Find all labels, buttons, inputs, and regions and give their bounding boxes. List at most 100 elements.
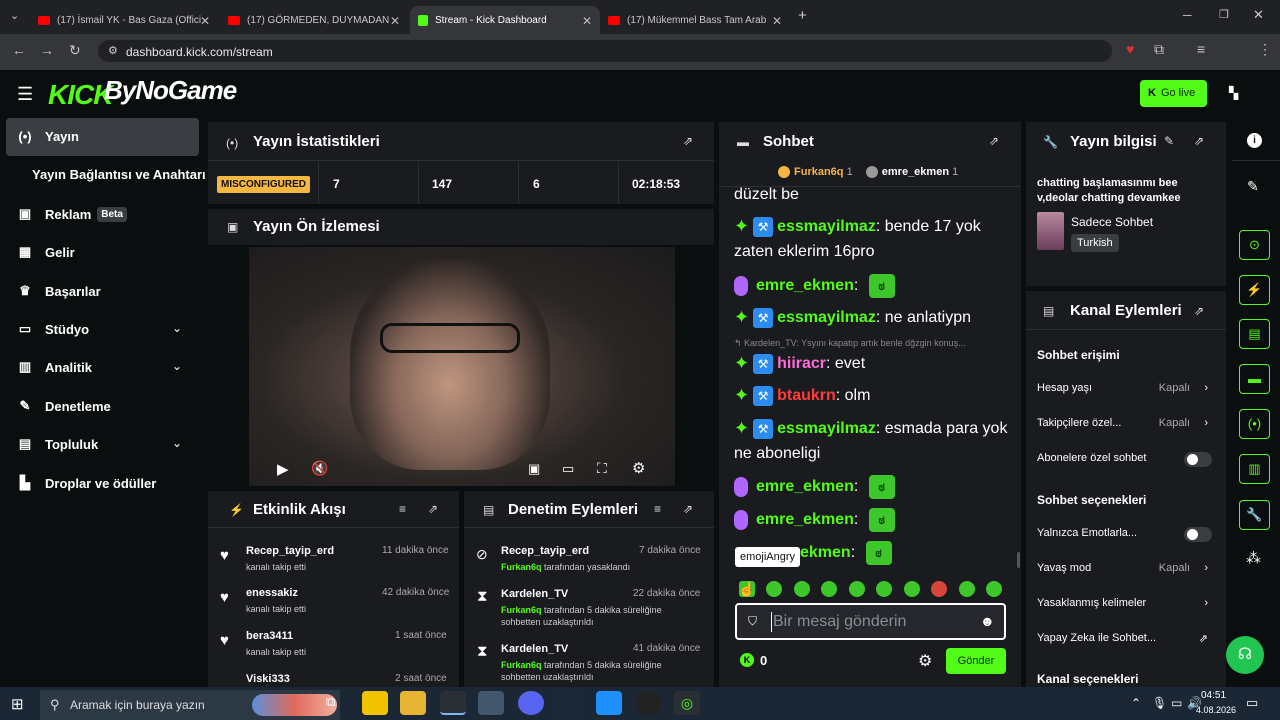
popout-icon[interactable]: ⇗ xyxy=(683,502,693,516)
chat-username[interactable]: essmayilmaz xyxy=(777,309,876,326)
taskbar-app-icon[interactable] xyxy=(636,691,662,715)
popout-icon[interactable]: ⇗ xyxy=(683,134,693,148)
filter-icon[interactable]: ≡ xyxy=(399,502,406,516)
pen-icon[interactable]: ✎ xyxy=(1247,178,1259,195)
chat-username[interactable]: essmayilmaz xyxy=(777,420,876,437)
emote-icon[interactable] xyxy=(794,581,810,597)
back-icon[interactable]: ← xyxy=(12,42,26,58)
taskbar-app-icon[interactable] xyxy=(362,691,388,715)
notification-icon[interactable]: ▭ xyxy=(1246,695,1258,711)
activity-item[interactable]: ♥ enessakiz kanalı takip etti 42 dakika … xyxy=(220,587,450,623)
community-icon[interactable]: ⁂ xyxy=(1246,549,1261,567)
slow-mode-row[interactable]: Yavaş mod Kapalı › xyxy=(1037,562,1212,574)
clock-time[interactable]: 04:51 xyxy=(1201,690,1226,701)
fullscreen-icon[interactable]: ⛶ xyxy=(597,460,607,477)
close-icon[interactable]: ✕ xyxy=(772,14,782,28)
tab-4[interactable]: (17) Mükemmel Bass Tam Arab ✕ xyxy=(600,6,790,34)
close-icon[interactable]: ✕ xyxy=(390,14,400,28)
theater-icon[interactable]: ▭ xyxy=(562,461,574,477)
extension-icon[interactable]: ♥ xyxy=(1126,41,1134,57)
lightning-button[interactable]: ⚡ xyxy=(1239,275,1270,305)
emote-icon[interactable] xyxy=(821,581,837,597)
activity-item[interactable]: ♥ bera3411 kanalı takip etti 1 saat önce xyxy=(220,630,450,666)
chrome-icon[interactable] xyxy=(440,691,466,715)
tab-2[interactable]: (17) GÖRMEDEN, DUYMADAN ✕ xyxy=(220,6,408,34)
reply-preview[interactable]: ↰ Kardelen_TV: Ysyını kapatıp artık benl… xyxy=(734,338,1004,349)
sidebar-item-reklam[interactable]: ▣ Reklam Beta xyxy=(17,206,127,222)
chevron-down-icon[interactable]: ⌄ xyxy=(172,436,182,450)
chat-input[interactable]: ⛉ Bir mesaj gönderin ☻ xyxy=(735,603,1006,640)
clock-date[interactable]: 4.08.2026 xyxy=(1196,705,1236,715)
taskbar-app-icon[interactable] xyxy=(518,691,544,715)
chat-scrollbar[interactable] xyxy=(1017,552,1020,568)
kick-logo[interactable]: KICK xyxy=(48,79,113,111)
sidebar-item-studyo[interactable]: ▭ Stüdyo xyxy=(17,321,89,337)
broadcast-button[interactable]: (•) xyxy=(1239,409,1270,439)
tray-chevron-icon[interactable]: ⌃ xyxy=(1131,696,1141,710)
network-tray-icon[interactable]: ▭ xyxy=(1171,696,1182,710)
info-icon[interactable]: i xyxy=(1247,133,1262,148)
wrench-button[interactable]: 🔧 xyxy=(1239,500,1270,530)
sidebar-item-stream-key[interactable]: Yayın Bağlantısı ve Anahtarı xyxy=(32,167,206,182)
moderation-item[interactable]: ⧗ Kardelen_TV Furkan6q tarafından 5 daki… xyxy=(476,588,706,630)
taskbar-app-icon[interactable] xyxy=(596,691,622,715)
menu-icon[interactable]: ⋮ xyxy=(1258,41,1272,58)
ai-chat-row[interactable]: Yapay Zeka ile Sohbet... ⇗ xyxy=(1037,632,1212,645)
category-name[interactable]: Sadece Sohbet xyxy=(1071,215,1153,229)
steam-icon[interactable] xyxy=(556,691,582,715)
emote-icon[interactable] xyxy=(904,581,920,597)
emote-only-toggle[interactable] xyxy=(1184,527,1212,542)
forward-icon[interactable]: → xyxy=(40,42,54,58)
chat-button[interactable]: ▬ xyxy=(1239,364,1270,394)
clipboard-button[interactable]: ▤ xyxy=(1239,319,1270,349)
subscribers-only-toggle[interactable] xyxy=(1184,452,1212,467)
taskbar-search[interactable]: ⚲ Aramak için buraya yazın xyxy=(40,690,340,720)
emote-icon[interactable] xyxy=(766,581,782,597)
sidebar-item-gelir[interactable]: ▦ Gelir xyxy=(17,244,75,260)
tab-3[interactable]: Stream - Kick Dashboard ✕ xyxy=(410,6,600,34)
mute-icon[interactable]: 🔇 xyxy=(311,460,328,477)
popout-icon[interactable]: ⇗ xyxy=(989,134,999,148)
chat-username[interactable]: essmayilmaz xyxy=(777,218,876,235)
reload-icon[interactable]: ↻ xyxy=(69,42,81,59)
account-age-row[interactable]: Hesap yaşı Kapalı › xyxy=(1037,382,1212,394)
category-thumbnail[interactable] xyxy=(1037,212,1064,250)
chat-username[interactable]: emre_ekmen xyxy=(756,478,854,495)
chat-settings-icon[interactable]: ⚙ xyxy=(918,651,932,671)
chat-username[interactable]: ekmen xyxy=(800,544,851,561)
mic-tray-icon[interactable]: 🎙 xyxy=(1152,696,1167,710)
edit-icon[interactable]: ✎ xyxy=(1164,134,1174,148)
chat-username[interactable]: hiiracr xyxy=(777,355,826,372)
close-icon[interactable]: ✕ xyxy=(200,14,210,28)
media-icon[interactable]: ≡ xyxy=(1197,41,1205,57)
sidebar-item-analitik[interactable]: ▥ Analitik xyxy=(17,359,92,375)
activity-item[interactable]: Viski333 2 saat önce xyxy=(220,673,450,685)
banned-words-row[interactable]: Yasaklanmış kelimeler › xyxy=(1037,597,1212,609)
close-window-icon[interactable]: ✕ xyxy=(1253,7,1264,23)
emote-icon[interactable] xyxy=(959,581,975,597)
followers-only-row[interactable]: Takipçilere özel... Kapalı › xyxy=(1037,417,1212,429)
emote-icon[interactable] xyxy=(849,581,865,597)
taskbar-app-icon[interactable]: ◎ xyxy=(674,691,700,715)
go-live-button[interactable]: K Go live xyxy=(1140,80,1207,107)
send-button[interactable]: Gönder xyxy=(946,648,1006,674)
sidebar-item-denetleme[interactable]: ✎ Denetleme xyxy=(17,398,111,414)
pip-icon[interactable]: ▣ xyxy=(528,461,540,477)
emoji-icon[interactable]: ☻ xyxy=(980,613,995,629)
tab-list-icon[interactable]: ⌄ xyxy=(10,9,19,22)
channel-button[interactable]: ▥ xyxy=(1239,454,1270,484)
puzzle-icon[interactable]: ⧉ xyxy=(1154,41,1164,58)
layout-icon[interactable]: ▚ xyxy=(1229,86,1238,100)
chevron-down-icon[interactable]: ⌄ xyxy=(172,359,182,373)
pinned-user[interactable]: Furkan6q xyxy=(794,166,844,178)
maximize-icon[interactable]: ❐ xyxy=(1219,8,1229,21)
emote-icon[interactable] xyxy=(876,581,892,597)
new-tab-icon[interactable]: + xyxy=(798,7,807,24)
taskbar-app-icon[interactable] xyxy=(478,691,504,715)
site-info-icon[interactable]: ⚙ xyxy=(108,44,118,57)
hamburger-icon[interactable]: ☰ xyxy=(17,84,33,105)
explorer-icon[interactable] xyxy=(400,691,426,715)
minimize-icon[interactable]: ─ xyxy=(1183,8,1192,22)
sidebar-item-basarilar[interactable]: ♛ Başarılar xyxy=(17,283,100,299)
filter-icon[interactable]: ≡ xyxy=(654,502,661,516)
